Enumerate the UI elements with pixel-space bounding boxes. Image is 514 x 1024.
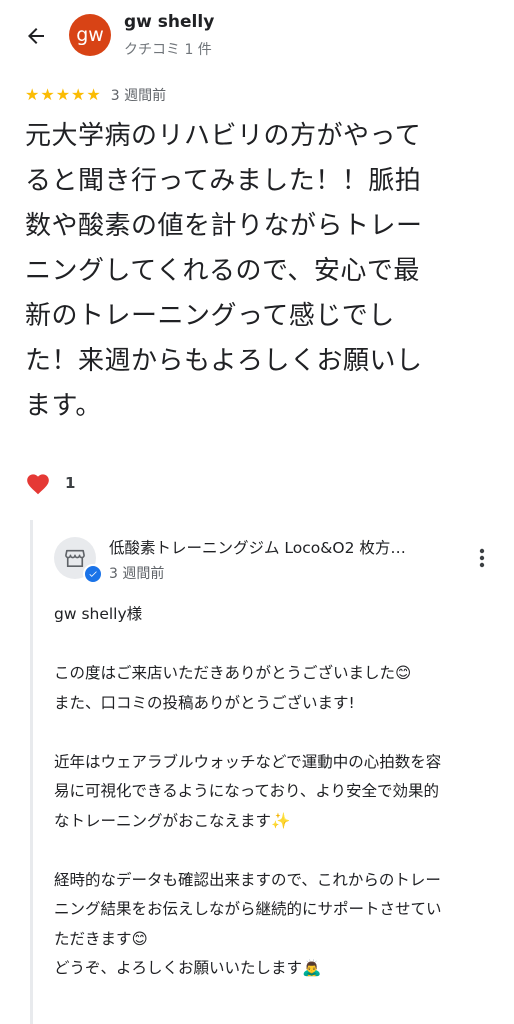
reply-text-line: ただきます😊 [54, 929, 148, 948]
star-icon: ★ [25, 85, 40, 104]
avatar-initials: gw [76, 24, 104, 46]
reply-text-line: この度はご来店いただきありがとうございました😊 [54, 664, 412, 682]
reply-text-line: 近年はウェアラブルウォッチなどで運動中の心拍数を容 [54, 752, 442, 771]
star-icon: ★ [71, 85, 86, 104]
review-text-line: ると聞き行ってみました！！脈拍 [25, 166, 422, 196]
reply-text-line: gw shelly様 [54, 605, 143, 623]
reply-text-line [54, 630, 499, 660]
reply-text-line: また、口コミの投稿ありがとうございます! [54, 693, 355, 712]
verified-badge [83, 564, 103, 584]
review-text-line: 数や酸素の値を計りながらトレー [25, 211, 423, 241]
review-text-line: 新のトレーニングって感じでし [25, 301, 395, 331]
owner-reply: 低酸素トレーニングジム Loco&O2 枚方… 3 週間前 gw shelly様… [30, 520, 514, 1024]
verified-check-icon [89, 571, 97, 577]
review-text-line: ます。 [25, 391, 102, 421]
review-text: 元大学病のリハビリの方がやって ると聞き行ってみました！！脈拍 数や酸素の値を計りな… [25, 114, 487, 429]
like-count: 1 [65, 474, 76, 492]
reply-text-line [54, 718, 499, 748]
review-text-line: ニングしてくれるので、安心で最 [25, 256, 420, 286]
back-button[interactable] [18, 18, 54, 54]
reply-text-line [54, 836, 499, 866]
reply-time: 3 週間前 [109, 566, 165, 582]
back-arrow-icon [28, 28, 44, 44]
likes-row[interactable]: 1 [25, 468, 75, 498]
star-icon: ★ [86, 85, 101, 104]
review-header: gw gw shelly クチコミ 1 件 [0, 0, 514, 72]
reply-text-line: 易に可視化できるようになっており、より安全で効果的 [54, 782, 440, 800]
reply-text: gw shelly様この度はご来店いただきありがとうございました😊 また、口コミの… [54, 600, 499, 984]
reply-text-line: ニング結果をお伝えしながら継続的にサポートさせてい [54, 900, 442, 918]
heart-icon[interactable] [25, 471, 51, 495]
star-icon: ★ [55, 85, 71, 104]
reply-text-line: どうぞ、よろしくお願いいたします🙇‍♂️ [54, 959, 322, 977]
review-text-line: た！来週からもよろしくお願いし [25, 346, 423, 376]
reply-text-line: なトレーニングがおこなえます✨ [54, 811, 291, 830]
review-text-line: 元大学病のリハビリの方がやって [25, 121, 422, 151]
owner-name[interactable]: 低酸素トレーニングジム Loco&O2 枚方… [109, 536, 449, 558]
reply-text-line: 経時的なデータも確認出来ますので、これからのトレー [54, 870, 441, 889]
store-icon [65, 549, 85, 567]
rating-row: ★ ★ ★ ★ ★ 3 週間前 [25, 84, 166, 106]
review-time: 3 週間前 [110, 88, 167, 104]
more-vert-icon [479, 548, 485, 568]
reviewer-avatar[interactable]: gw [69, 14, 111, 56]
star-icon: ★ [40, 85, 55, 104]
reviewer-name[interactable]: gw shelly [124, 12, 214, 32]
more-options-button[interactable] [470, 542, 494, 574]
star-rating: ★ ★ ★ ★ ★ [25, 86, 101, 104]
reviewer-review-count: クチコミ 1 件 [124, 42, 212, 58]
